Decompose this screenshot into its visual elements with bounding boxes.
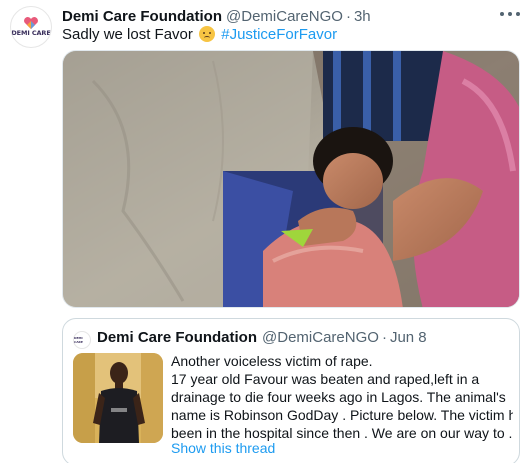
tweet-timestamp[interactable]: 3h <box>354 8 371 25</box>
tweet-photo[interactable] <box>62 50 520 308</box>
quoted-date[interactable]: Jun 8 <box>390 329 427 346</box>
quoted-avatar-logo-text: DEMI CARE <box>74 336 83 344</box>
show-this-thread-link[interactable]: Show this thread <box>171 440 275 456</box>
quoted-text-line: name is Robinson GodDay . Picture below.… <box>171 407 513 423</box>
author-display-name[interactable]: Demi Care Foundation <box>62 8 222 25</box>
tweet-body: Sadly we lost Favor <box>62 26 193 43</box>
heart-logo-icon <box>24 17 38 30</box>
quoted-handle[interactable]: @DemiCareNGO <box>262 329 379 346</box>
tweet[interactable]: DEMI CARE Demi Care Foundation @DemiCare… <box>0 0 527 463</box>
separator-dot: · <box>345 7 351 25</box>
quoted-tweet-text: Another voiceless victim of rape. 17 yea… <box>171 352 513 442</box>
hashtag-link[interactable]: #JusticeForFavor <box>221 26 337 43</box>
photo-image-icon <box>63 51 519 307</box>
more-options-icon[interactable] <box>500 7 520 21</box>
thumbnail-image-icon <box>73 353 163 443</box>
author-handle[interactable]: @DemiCareNGO <box>226 8 343 25</box>
quoted-thumbnail[interactable] <box>73 353 163 443</box>
quoted-avatar[interactable]: DEMI CARE <box>73 331 91 349</box>
quoted-text-line: 17 year old Favour was beaten and raped,… <box>171 371 480 387</box>
quoted-tweet[interactable]: DEMI CARE Demi Care Foundation @DemiCare… <box>62 318 520 463</box>
tweet-text: Sadly we lost Favor #JusticeForFavor <box>62 25 337 45</box>
quoted-display-name[interactable]: Demi Care Foundation <box>97 329 257 346</box>
avatar-logo-text: DEMI CARE <box>11 29 51 38</box>
crying-face-emoji-icon <box>199 26 216 42</box>
avatar[interactable]: DEMI CARE <box>10 6 52 48</box>
tweet-header: Demi Care Foundation @DemiCareNGO · 3h <box>62 6 371 26</box>
quoted-text-line: drainage to die four weeks ago in Lagos.… <box>171 389 506 405</box>
quoted-separator-dot: · <box>381 329 387 346</box>
quoted-header: Demi Care Foundation @DemiCareNGO · Jun … <box>97 329 427 346</box>
quoted-text-line: Another voiceless victim of rape. <box>171 353 373 369</box>
